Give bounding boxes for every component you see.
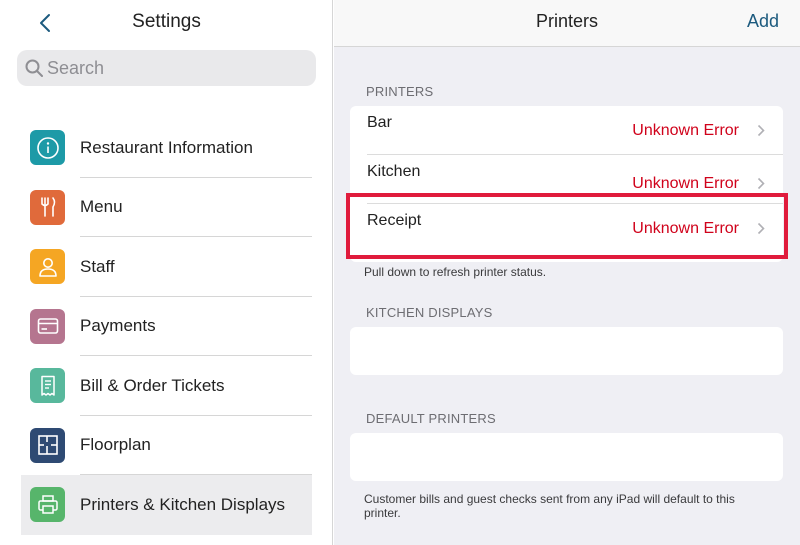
printer-row-receipt[interactable]: Receipt Unknown Error: [350, 204, 783, 262]
printer-row-bar[interactable]: Bar Unknown Error: [350, 106, 783, 155]
printer-status: Unknown Error: [632, 175, 739, 192]
sidebar-item-label: Restaurant Information: [80, 137, 253, 157]
printers-section-header: PRINTERS: [366, 84, 434, 99]
chevron-right-icon: [757, 177, 765, 190]
default-printers-list[interactable]: [350, 433, 783, 481]
search-icon: [25, 59, 43, 77]
default-printer-note: Customer bills and guest checks sent fro…: [364, 492, 735, 520]
add-button[interactable]: Add: [747, 11, 779, 32]
person-icon: [30, 249, 65, 285]
chevron-right-icon: [757, 222, 765, 235]
printers-list: Bar Unknown Error Kitchen Unknown Error …: [350, 106, 783, 262]
sidebar-item-payments[interactable]: Payments: [21, 297, 312, 356]
sidebar-item-menu[interactable]: Menu: [21, 178, 312, 237]
printer-status: Unknown Error: [632, 220, 739, 237]
sidebar-header: Settings: [0, 0, 333, 46]
printer-row-kitchen[interactable]: Kitchen Unknown Error: [350, 155, 783, 204]
sidebar-item-floorplan[interactable]: Floorplan: [21, 416, 312, 475]
sidebar-title: Settings: [132, 11, 201, 32]
sidebar-item-restaurant-information[interactable]: Restaurant Information: [21, 118, 312, 178]
card-icon: [30, 308, 65, 344]
fork-knife-icon: [30, 189, 65, 225]
receipt-icon: [30, 368, 65, 404]
floorplan-icon: [30, 427, 65, 463]
printers-pane: Printers Add PRINTERS Bar Unknown Error …: [334, 0, 800, 545]
printer-icon: [30, 487, 65, 523]
refresh-note: Pull down to refresh printer status.: [364, 265, 547, 279]
default-printers-section-header: DEFAULT PRINTERS: [366, 411, 496, 426]
search-input[interactable]: [47, 57, 307, 79]
sidebar-item-printers-kitchen-displays[interactable]: Printers & Kitchen Displays: [21, 475, 312, 535]
sidebar-item-label: Bill & Order Tickets: [80, 375, 225, 395]
kitchen-displays-list: [350, 327, 783, 375]
printers-header: Printers Add: [334, 0, 800, 47]
chevron-right-icon: [757, 124, 765, 137]
sidebar-item-bill-order-tickets[interactable]: Bill & Order Tickets: [21, 356, 312, 416]
printer-status: Unknown Error: [632, 122, 739, 139]
search-field[interactable]: [17, 50, 316, 86]
settings-menu: Restaurant Information Menu Staff Paymen…: [21, 118, 312, 535]
sidebar-item-label: Staff: [80, 256, 115, 276]
sidebar-item-label: Payments: [80, 316, 156, 336]
kitchen-displays-section-header: KITCHEN DISPLAYS: [366, 305, 493, 320]
printer-name: Kitchen: [367, 163, 421, 180]
sidebar-item-label: Floorplan: [80, 435, 151, 455]
page-title: Printers: [535, 11, 598, 31]
info-icon: [30, 130, 65, 166]
settings-sidebar: Settings Restaurant Information: [0, 0, 333, 545]
sidebar-item-label: Printers & Kitchen Displays: [80, 494, 286, 514]
printer-name: Bar: [367, 114, 392, 131]
sidebar-item-label: Menu: [80, 197, 123, 217]
printer-name: Receipt: [367, 212, 422, 229]
sidebar-item-staff[interactable]: Staff: [21, 237, 312, 297]
